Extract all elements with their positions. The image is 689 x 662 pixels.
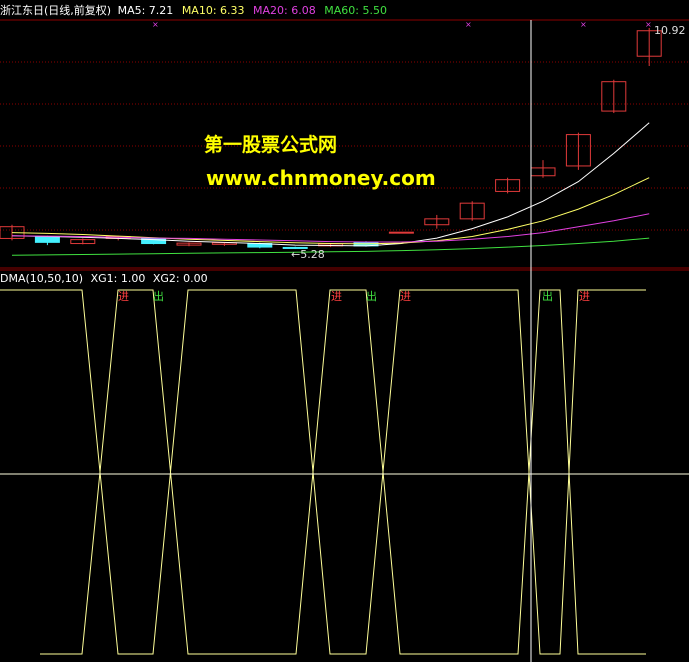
low-arrow-icon: ← [291,248,301,261]
main-legend: 浙江东日(日线,前复权) MA5: 7.21 MA10: 6.33 MA20: … [0,4,387,17]
ma10-readout: MA10: 6.33 [181,4,245,17]
signal-label: 进 [400,290,411,303]
xg1-line [0,289,646,655]
xg2-readout: XG2: 0.00 [152,272,208,285]
signal-label: 进 [118,290,129,303]
signal-label: 进 [579,290,590,303]
candle-body [388,231,414,234]
signal-label: 出 [366,290,377,303]
high-price-value: 10.92 [654,24,686,37]
ma5-readout: MA5: 7.21 [117,4,174,17]
candle-body [34,235,60,243]
low-price-label: ←5.28 [291,248,325,261]
watermark-url: www.chnmoney.com [206,166,436,190]
grid-layer [0,19,689,475]
signal-label: 出 [542,290,553,303]
low-price-value: 5.28 [300,248,325,261]
marker-icon: × [580,20,587,29]
high-price-label: 10.92 [654,24,686,37]
indicator-name: DMA(10,50,10) [0,272,84,285]
cursor-layer [0,20,689,662]
xg1-readout: XG1: 1.00 [90,272,146,285]
ma60-readout: MA60: 5.50 [324,4,387,17]
stock-chart-window: × × × × 浙江东日(日线,前复权) MA5: 7.21 MA10: 6.33 M… [0,0,689,662]
ma20-readout: MA20: 6.08 [253,4,316,17]
xg2-line [40,289,646,655]
signal-label: 出 [153,290,164,303]
marker-icon: × [152,20,159,29]
marker-icon: × [465,20,472,29]
watermark-title: 第一股票公式网 [204,134,338,156]
indicator-legend: DMA(10,50,10) XG1: 1.00 XG2: 0.00 [0,272,208,285]
signal-label: 进 [331,290,342,303]
chart-canvas[interactable]: × × × × [0,0,689,662]
marker-icon: × [645,20,652,29]
signal-layer [0,289,646,655]
stock-name: 浙江东日(日线,前复权) [0,4,112,17]
